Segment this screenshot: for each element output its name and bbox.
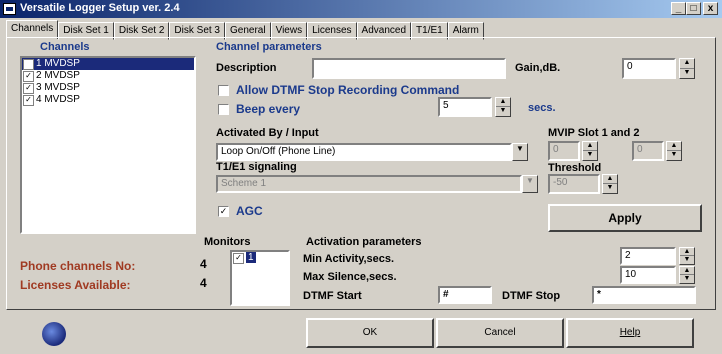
app-icon: [3, 3, 16, 15]
checkbox-icon[interactable]: ✓: [23, 95, 34, 106]
help-button[interactable]: Help: [566, 318, 694, 348]
min-activity-field[interactable]: 2: [620, 247, 676, 265]
list-item[interactable]: ✓ 1 MVDSP: [22, 58, 194, 70]
maximize-button[interactable]: □: [686, 2, 701, 15]
gain-spinner[interactable]: ▲ ▼: [679, 58, 695, 79]
monitors-list[interactable]: ✓ 1: [230, 250, 290, 306]
beep-spinner[interactable]: ▲ ▼: [495, 97, 511, 117]
monitors-title: Monitors: [204, 236, 251, 248]
spin-down-icon[interactable]: ▼: [603, 184, 617, 193]
threshold-spinner[interactable]: ▲ ▼: [602, 174, 618, 194]
spin-up-icon[interactable]: ▲: [603, 175, 617, 184]
checkbox-icon[interactable]: ✓: [23, 83, 34, 94]
allow-dtmf-label: Allow DTMF Stop Recording Command: [236, 83, 460, 97]
licenses-available-label: Licenses Available:: [20, 278, 131, 292]
max-silence-field[interactable]: 10: [620, 266, 676, 284]
mvip-slot1-spinner[interactable]: ▲ ▼: [582, 141, 598, 161]
spin-down-icon[interactable]: ▼: [680, 69, 694, 79]
spin-up-icon[interactable]: ▲: [680, 267, 694, 275]
mvip-slot2-spinner[interactable]: ▲ ▼: [666, 141, 682, 161]
licenses-available-value: 4: [200, 276, 207, 290]
dtmf-start-label: DTMF Start: [303, 290, 362, 302]
cancel-button[interactable]: Cancel: [436, 318, 564, 348]
list-item[interactable]: ✓ 3 MVDSP: [22, 82, 194, 94]
max-silence-spinner[interactable]: ▲ ▼: [679, 266, 695, 284]
ok-button[interactable]: OK: [306, 318, 434, 348]
channels-list[interactable]: ✓ 1 MVDSP ✓ 2 MVDSP ✓ 3 MVDSP ✓ 4 MVDSP: [20, 56, 196, 234]
dtmf-start-field[interactable]: #: [438, 286, 492, 304]
dtmf-stop-field[interactable]: *: [592, 286, 696, 304]
allow-dtmf-checkbox[interactable]: [218, 85, 229, 96]
channel-parameters-title: Channel parameters: [216, 41, 322, 53]
beep-label: Beep every: [236, 102, 301, 116]
gain-label: Gain,dB.: [515, 62, 561, 74]
apply-button[interactable]: Apply: [548, 204, 702, 232]
min-activity-label: Min Activity,secs.: [303, 253, 395, 265]
minimize-button[interactable]: _: [671, 2, 686, 15]
window-title: Versatile Logger Setup ver. 2.4: [20, 2, 180, 14]
channels-title: Channels: [40, 41, 90, 53]
list-item[interactable]: ✓ 4 MVDSP: [22, 94, 194, 106]
max-silence-label: Max Silence,secs.: [303, 271, 397, 283]
agc-checkbox[interactable]: ✓: [218, 206, 229, 217]
spin-down-icon[interactable]: ▼: [667, 151, 681, 160]
spin-up-icon[interactable]: ▲: [680, 248, 694, 256]
beep-field[interactable]: 5: [438, 97, 492, 117]
threshold-field[interactable]: -50: [548, 174, 600, 194]
title-bar: Versatile Logger Setup ver. 2.4: [0, 0, 722, 18]
list-item[interactable]: ✓ 1: [232, 252, 280, 264]
description-label: Description: [216, 62, 277, 74]
spin-up-icon[interactable]: ▲: [496, 98, 510, 107]
checkbox-icon[interactable]: ✓: [233, 253, 244, 264]
min-activity-spinner[interactable]: ▲ ▼: [679, 247, 695, 265]
phone-channels-value: 4: [200, 257, 207, 271]
spin-down-icon[interactable]: ▼: [680, 275, 694, 283]
mvip-slot1-field[interactable]: 0: [548, 141, 580, 161]
activated-by-label: Activated By / Input: [216, 127, 319, 139]
chevron-down-icon[interactable]: ▼: [522, 175, 538, 193]
spin-up-icon[interactable]: ▲: [583, 142, 597, 151]
spin-down-icon[interactable]: ▼: [496, 107, 510, 116]
mvip-slot-label: MVIP Slot 1 and 2: [548, 127, 640, 139]
chevron-down-icon[interactable]: ▼: [512, 143, 528, 161]
checkbox-icon[interactable]: ✓: [23, 71, 34, 82]
spin-up-icon[interactable]: ▲: [680, 59, 694, 69]
phone-channels-label: Phone channels No:: [20, 259, 136, 273]
spin-down-icon[interactable]: ▼: [583, 151, 597, 160]
spin-up-icon[interactable]: ▲: [667, 142, 681, 151]
gain-field[interactable]: 0: [622, 58, 676, 79]
secs-label: secs.: [528, 102, 556, 114]
description-field[interactable]: [312, 58, 506, 79]
checkbox-icon[interactable]: ✓: [23, 59, 34, 70]
globe-icon: [42, 322, 66, 346]
agc-label: AGC: [236, 204, 263, 218]
activated-by-select[interactable]: Loop On/Off (Phone Line): [216, 143, 512, 161]
t1e1-signaling-select[interactable]: Scheme 1: [216, 175, 522, 193]
list-item[interactable]: ✓ 2 MVDSP: [22, 70, 194, 82]
close-button[interactable]: x: [703, 2, 718, 15]
t1e1-signaling-label: T1/E1 signaling: [216, 161, 297, 173]
mvip-slot2-field[interactable]: 0: [632, 141, 664, 161]
spin-down-icon[interactable]: ▼: [680, 256, 694, 264]
beep-checkbox[interactable]: [218, 104, 229, 115]
threshold-label: Threshold: [548, 162, 602, 174]
dtmf-stop-label: DTMF Stop: [502, 290, 561, 302]
tab-strip: Channels Disk Set 1 Disk Set 2 Disk Set …: [6, 20, 484, 40]
activation-parameters-title: Activation parameters: [306, 236, 422, 248]
